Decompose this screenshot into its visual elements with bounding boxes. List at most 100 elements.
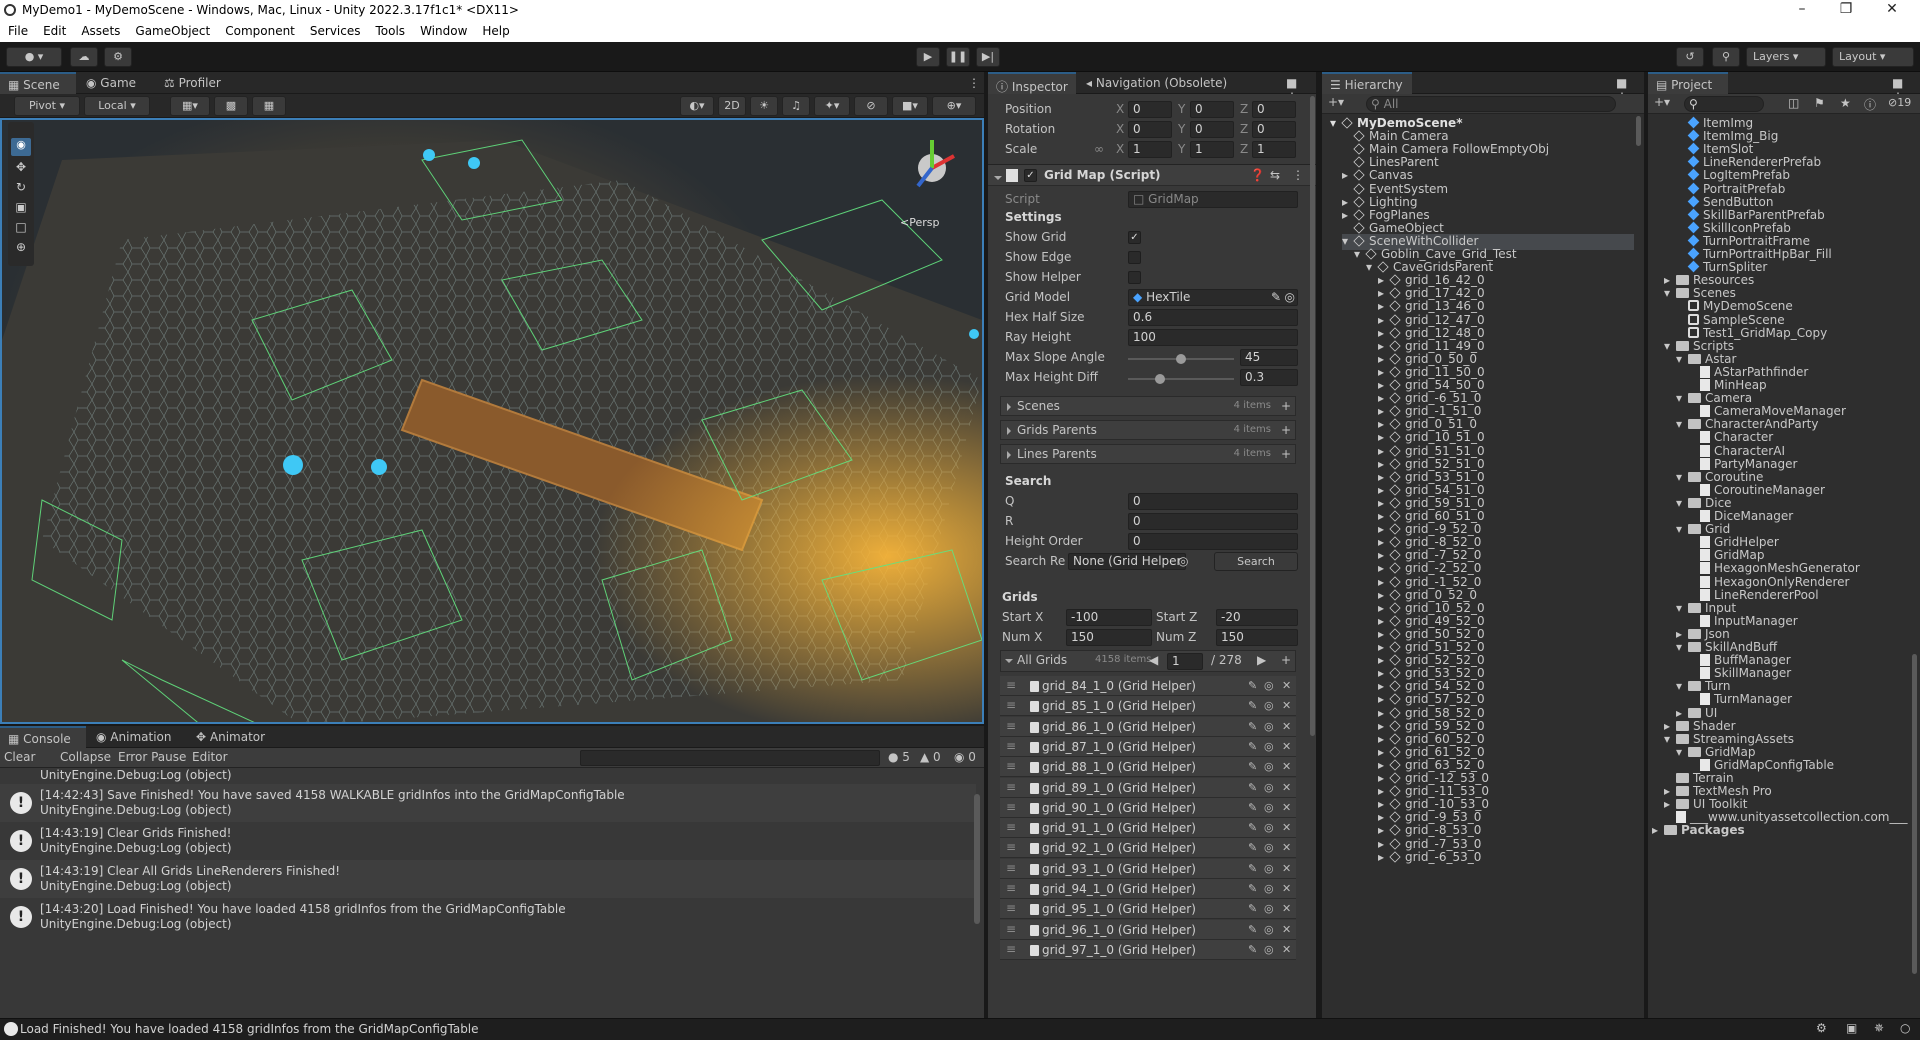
tab-navigation[interactable]: ◂ Navigation (Obsolete) [1078, 72, 1258, 94]
drag-handle-icon[interactable]: ≡ [1006, 901, 1016, 915]
add-icon[interactable]: + [1281, 421, 1291, 439]
remove-icon[interactable]: ✕ [1282, 801, 1291, 814]
cloud-icon[interactable]: ☁ [70, 47, 98, 67]
foldout-arrow-icon[interactable]: ▾ [1330, 116, 1342, 130]
grid-list-item[interactable]: ≡ grid_87_1_0 (Grid Helper) ✎ ◎ ✕ [1000, 736, 1296, 757]
remove-icon[interactable]: ✕ [1282, 902, 1291, 915]
remove-icon[interactable]: ✕ [1282, 781, 1291, 794]
favorite-icon[interactable]: ★ [1840, 96, 1851, 110]
foldout-arrow-icon[interactable]: ▸ [1378, 430, 1390, 444]
grid-visibility-icon[interactable]: ▩ [214, 96, 248, 116]
menu-assets[interactable]: Assets [73, 22, 127, 38]
project-item[interactable]: ▸ Packages [1652, 823, 1745, 839]
menu-services[interactable]: Services [302, 22, 368, 38]
foldout-arrow-icon[interactable]: ▾ [1676, 601, 1688, 615]
tab-console[interactable]: ▦ Console [0, 726, 86, 748]
num-z-field[interactable]: 150 [1216, 629, 1298, 646]
foldout-arrow-icon[interactable]: ▸ [1676, 706, 1688, 720]
grid-snap-icon[interactable]: ▦▾ [170, 96, 210, 116]
object-picker-icon[interactable]: ◎ [1264, 882, 1274, 895]
scale-y-field[interactable]: 1 [1190, 141, 1234, 158]
object-picker-icon[interactable]: ◎ [1264, 781, 1274, 794]
foldout-arrow-icon[interactable]: ▸ [1378, 784, 1390, 798]
hex-half-size-field[interactable]: 0.6 [1128, 309, 1298, 326]
grid-list-item[interactable]: ≡ grid_95_1_0 (Grid Helper) ✎ ◎ ✕ [1000, 899, 1296, 920]
step-button[interactable]: ▶| [976, 47, 1000, 67]
edit-icon[interactable]: ✎ [1248, 679, 1257, 692]
foldout-arrow-icon[interactable]: ▸ [1378, 522, 1390, 536]
slider-knob[interactable] [1154, 374, 1165, 384]
drag-handle-icon[interactable]: ≡ [1006, 840, 1016, 854]
search-result-field[interactable]: None (Grid Helper [1068, 553, 1186, 570]
kebab-menu-icon[interactable]: ⋮ [960, 72, 980, 94]
maximize-icon[interactable]: ❐ [1826, 1, 1866, 21]
error-pause-button[interactable]: Error Pause [118, 750, 186, 764]
object-picker-icon[interactable]: ◎ [1264, 902, 1274, 915]
foldout-arrow-icon[interactable]: ▸ [1378, 758, 1390, 772]
max-slope-field[interactable]: 45 [1240, 349, 1298, 366]
remove-icon[interactable]: ✕ [1282, 699, 1291, 712]
object-picker-icon[interactable]: ◎ [1264, 923, 1274, 936]
object-picker-icon[interactable]: ◎ [1264, 862, 1274, 875]
object-picker-icon[interactable]: ◎ [1264, 760, 1274, 773]
menu-window[interactable]: Window [412, 22, 474, 38]
grid-list-item[interactable]: ≡ grid_96_1_0 (Grid Helper) ✎ ◎ ✕ [1000, 919, 1296, 940]
component-menu-icon[interactable]: ⋮ [1292, 168, 1304, 182]
edit-icon[interactable]: ✎ [1248, 760, 1257, 773]
component-header[interactable]: ✓ Grid Map (Script) ❓ ⇆ ⋮ [988, 164, 1316, 186]
remove-icon[interactable]: ✕ [1282, 679, 1291, 692]
shading-mode-icon[interactable]: ◐▾ [680, 96, 714, 116]
add-icon[interactable]: + [1281, 651, 1291, 669]
bug-icon[interactable]: ✵ [1874, 1021, 1884, 1035]
drag-handle-icon[interactable]: ≡ [1006, 881, 1016, 895]
remove-icon[interactable]: ✕ [1282, 862, 1291, 875]
lock-icon[interactable]: ■ ⋮ [1608, 72, 1644, 104]
foldout-arrow-icon[interactable]: ▸ [1676, 627, 1688, 641]
object-picker-icon[interactable]: ◎ [1264, 943, 1274, 956]
q-field[interactable]: 0 [1128, 493, 1298, 510]
edit-icon[interactable]: ✎ [1248, 923, 1257, 936]
scale-tool-icon[interactable]: ▣ [11, 200, 31, 218]
object-picker-icon[interactable]: ◎ [1264, 841, 1274, 854]
preset-icon[interactable]: ⇆ [1270, 168, 1280, 182]
edit-icon[interactable]: ✎ [1248, 841, 1257, 854]
account-button[interactable]: ● ▾ [6, 47, 62, 67]
num-x-field[interactable]: 150 [1066, 629, 1152, 646]
persp-label[interactable]: <Persp [900, 216, 939, 229]
drag-handle-icon[interactable]: ≡ [1006, 942, 1016, 956]
hidden-packages-icon[interactable]: ⊘19 [1888, 96, 1911, 109]
grid-list-item[interactable]: ≡ grid_89_1_0 (Grid Helper) ✎ ◎ ✕ [1000, 777, 1296, 798]
tab-animator[interactable]: ✥ Animator [188, 726, 280, 748]
lines-parents-foldout[interactable]: Lines Parents 4 items + [1000, 444, 1296, 464]
history-icon[interactable]: ↺ [1676, 47, 1704, 67]
grid-list-item[interactable]: ≡ grid_91_1_0 (Grid Helper) ✎ ◎ ✕ [1000, 818, 1296, 839]
lock-icon[interactable]: ■ ⋮ [1278, 72, 1314, 104]
drag-handle-icon[interactable]: ≡ [1006, 861, 1016, 875]
foldout-arrow-icon[interactable]: ▸ [1378, 496, 1390, 510]
foldout-arrow-icon[interactable]: ▾ [1676, 417, 1688, 431]
drag-handle-icon[interactable]: ≡ [1006, 678, 1016, 692]
pause-button[interactable]: ❚❚ [946, 47, 970, 67]
remove-icon[interactable]: ✕ [1282, 923, 1291, 936]
inspector-scrollbar[interactable] [1310, 96, 1315, 736]
foldout-arrow-icon[interactable]: ▸ [1378, 391, 1390, 405]
edit-icon[interactable]: ✎ [1271, 290, 1281, 305]
debug-icon[interactable]: ⚙ [1816, 1021, 1827, 1035]
height-order-field[interactable]: 0 [1128, 533, 1298, 550]
start-x-field[interactable]: -100 [1066, 609, 1152, 626]
hierarchy-item[interactable]: ▸ grid_-6_53_0 [1378, 850, 1634, 866]
tab-project[interactable]: ▤ Project [1648, 72, 1728, 94]
object-picker-icon[interactable]: ◎ [1264, 801, 1274, 814]
position-z-field[interactable]: 0 [1252, 101, 1296, 118]
foldout-arrow-icon[interactable]: ▸ [1378, 509, 1390, 523]
page-field[interactable]: 1 [1167, 653, 1203, 670]
rotation-x-field[interactable]: 0 [1128, 121, 1172, 138]
prev-page-icon[interactable]: ◀ [1149, 651, 1158, 669]
grid-list-item[interactable]: ≡ grid_84_1_0 (Grid Helper) ✎ ◎ ✕ [1000, 676, 1296, 696]
scene-viewport[interactable]: <Persp ◉ ✥ ↻ ▣ □ ⊕ [0, 118, 984, 724]
foldout-arrow-icon[interactable]: ▸ [1378, 640, 1390, 654]
remove-icon[interactable]: ✕ [1282, 760, 1291, 773]
play-button[interactable]: ▶ [916, 47, 940, 67]
edit-icon[interactable]: ✎ [1248, 902, 1257, 915]
drag-handle-icon[interactable]: ≡ [1006, 800, 1016, 814]
